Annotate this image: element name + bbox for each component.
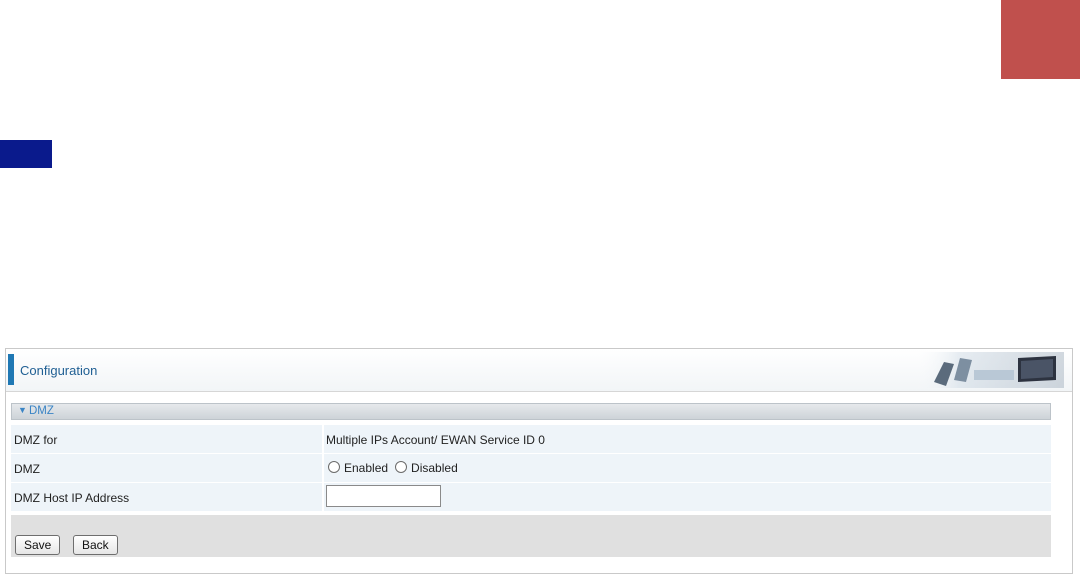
save-button[interactable]: Save bbox=[15, 535, 61, 555]
dmz-row: DMZ Enabled Disabled bbox=[11, 454, 1051, 483]
panel-title: Configuration bbox=[20, 363, 98, 378]
configuration-panel: Configuration ▼ DMZ DMZ for Multiple IPs… bbox=[5, 348, 1073, 574]
dmz-for-label: DMZ for bbox=[14, 433, 58, 447]
disabled-radio[interactable] bbox=[395, 461, 408, 473]
computer-banner-icon bbox=[914, 352, 1064, 388]
caret-down-icon: ▼ bbox=[18, 405, 27, 415]
disabled-radio-label[interactable]: Disabled bbox=[411, 459, 458, 475]
nav-marker bbox=[0, 140, 52, 168]
header-accent-bar bbox=[8, 354, 14, 385]
dmz-host-ip-label: DMZ Host IP Address bbox=[14, 491, 130, 505]
enabled-radio-label[interactable]: Enabled bbox=[344, 459, 388, 475]
dmz-section-header: ▼ DMZ bbox=[11, 403, 1051, 420]
dmz-host-ip-row: DMZ Host IP Address bbox=[11, 483, 1051, 512]
action-bar: Save Back bbox=[11, 515, 1051, 557]
section-title: DMZ bbox=[29, 405, 54, 417]
dmz-label: DMZ bbox=[14, 462, 40, 476]
row-divider bbox=[322, 483, 324, 511]
row-divider bbox=[322, 454, 324, 482]
row-divider bbox=[322, 425, 324, 453]
dmz-radio-group: Enabled Disabled bbox=[328, 459, 465, 475]
dmz-for-value: Multiple IPs Account/ EWAN Service ID 0 bbox=[326, 433, 545, 447]
back-button[interactable]: Back bbox=[73, 535, 118, 555]
dmz-host-ip-input[interactable] bbox=[326, 485, 441, 507]
panel-header: Configuration bbox=[6, 349, 1072, 392]
dmz-for-row: DMZ for Multiple IPs Account/ EWAN Servi… bbox=[11, 425, 1051, 454]
enabled-radio[interactable] bbox=[328, 461, 340, 473]
corner-decoration bbox=[1001, 0, 1080, 79]
